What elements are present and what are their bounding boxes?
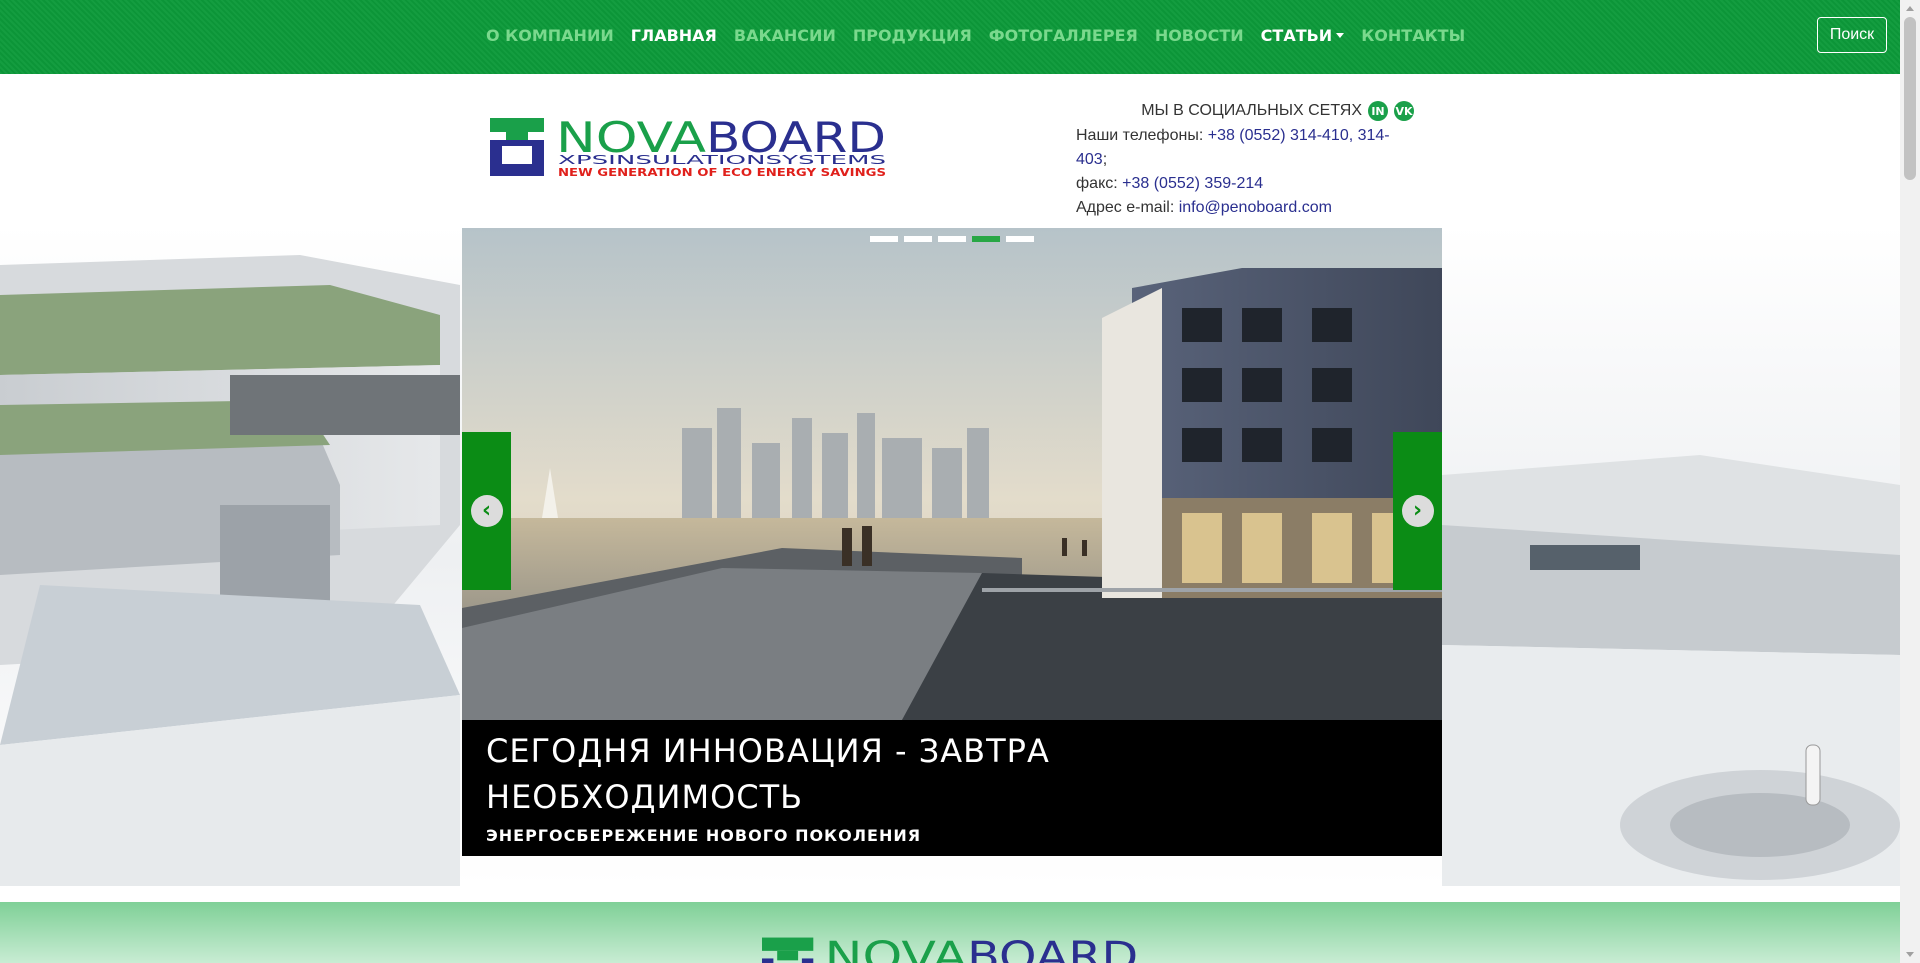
fax-line: факс: +38 (0552) 359-214	[1076, 172, 1414, 196]
fax-link[interactable]: +38 (0552) 359-214	[1122, 175, 1263, 192]
logo-brand-board: BOARD	[967, 936, 1138, 963]
logo-mark-icon	[762, 937, 814, 963]
nav-item-contacts[interactable]: КОНТАКТЫ	[1361, 26, 1465, 45]
email-line: Адрес e-mail: info@penoboard.com	[1076, 196, 1414, 220]
nav-item-products[interactable]: ПРОДУКЦИЯ	[853, 26, 972, 45]
phones-label: Наши телефоны:	[1076, 127, 1204, 144]
scroll-down-arrow-icon[interactable]	[1906, 952, 1914, 957]
page-scrollbar[interactable]	[1900, 0, 1920, 963]
slide-image	[462, 228, 1442, 720]
social-label: МЫ В СОЦИАЛЬНЫХ СЕТЯХ	[1141, 102, 1362, 119]
hero-carousel[interactable]: ‹ › Сегодня инновация - завтра необходим…	[462, 228, 1442, 856]
carousel-indicator-active[interactable]	[972, 236, 1000, 242]
novaboard-logo[interactable]: NOVA BOARD XPSINSULATIONSYSTEMS NEW GENE…	[490, 118, 890, 180]
email-link[interactable]: info@penoboard.com	[1179, 199, 1332, 216]
search-button[interactable]: Поиск	[1817, 17, 1887, 53]
footer-preview-band: NOVA BOARD	[0, 902, 1900, 963]
logo-tagline: XPSINSULATIONSYSTEMS	[558, 153, 886, 167]
top-navbar: О КОМПАНИИ ГЛАВНАЯ ВАКАНСИИ ПРОДУКЦИЯ ФО…	[0, 0, 1900, 74]
nav-item-about[interactable]: О КОМПАНИИ	[486, 26, 614, 45]
chevron-right-icon: ›	[1401, 495, 1434, 527]
phones-suffix: ;	[1102, 151, 1108, 168]
email-label: Адрес e-mail:	[1076, 199, 1175, 216]
nav-item-home[interactable]: ГЛАВНАЯ	[631, 26, 717, 45]
carousel-indicator[interactable]	[938, 236, 966, 242]
social-links: МЫ В СОЦИАЛЬНЫХ СЕТЯХ in vk	[1040, 98, 1414, 124]
logo-slogan: NEW GENERATION OF ECO ENERGY SAVINGS	[558, 166, 886, 179]
nav-item-vacancies[interactable]: ВАКАНСИИ	[734, 26, 836, 45]
phones-line: Наши телефоны: +38 (0552) 314-410, 314-4…	[1076, 124, 1414, 172]
carousel-indicator[interactable]	[1006, 236, 1034, 242]
chevron-left-icon: ‹	[470, 495, 503, 527]
scroll-up-arrow-icon[interactable]	[1906, 6, 1914, 11]
header-contacts: МЫ В СОЦИАЛЬНЫХ СЕТЯХ in vk Наши телефон…	[1040, 98, 1414, 220]
main-menu: О КОМПАНИИ ГЛАВНАЯ ВАКАНСИИ ПРОДУКЦИЯ ФО…	[486, 0, 1465, 70]
logo-brand-nova: NOVA	[825, 936, 968, 963]
nav-item-news[interactable]: НОВОСТИ	[1155, 26, 1244, 45]
logo-mark-icon	[490, 118, 544, 176]
nav-item-gallery[interactable]: ФОТОГАЛЛЕРЕЯ	[989, 26, 1138, 45]
nav-item-articles-dropdown[interactable]: СТАТЬИ	[1261, 26, 1345, 45]
scrollbar-thumb[interactable]	[1904, 17, 1916, 180]
caret-down-icon	[1336, 32, 1345, 38]
slide-caption-title: Сегодня инновация - завтра необходимость	[486, 732, 1050, 816]
slide-caption-subtitle: Энергосбережение нового поколения	[486, 826, 922, 845]
slide-caption: Сегодня инновация - завтра необходимость…	[462, 720, 1442, 856]
carousel-indicator[interactable]	[904, 236, 932, 242]
carousel-indicator[interactable]	[870, 236, 898, 242]
nav-item-articles-label: СТАТЬИ	[1260, 25, 1333, 45]
fax-label: факс:	[1076, 175, 1118, 192]
novaboard-logo-secondary: NOVA BOARD	[762, 936, 1138, 963]
linkedin-icon[interactable]: in	[1368, 101, 1388, 121]
vk-icon[interactable]: vk	[1394, 101, 1414, 121]
carousel-indicators	[870, 236, 1034, 242]
carousel-prev-button[interactable]: ‹	[462, 432, 511, 590]
carousel-next-button[interactable]: ›	[1393, 432, 1442, 590]
